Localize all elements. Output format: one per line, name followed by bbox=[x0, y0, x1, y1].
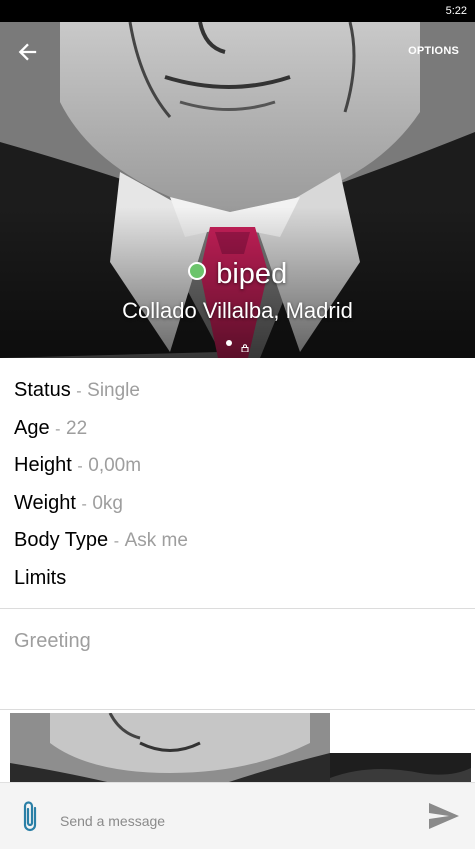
detail-label: Age bbox=[14, 416, 50, 439]
detail-height: Height - 0,00m bbox=[14, 447, 464, 485]
detail-label: Weight bbox=[14, 491, 76, 514]
attach-button[interactable] bbox=[16, 799, 44, 835]
greeting-text: Greeting bbox=[14, 630, 91, 652]
thumbnail-illustration bbox=[10, 713, 330, 782]
detail-label: Limits bbox=[14, 566, 67, 589]
detail-body-type: Body Type - Ask me bbox=[14, 522, 464, 560]
detail-separator: - bbox=[55, 420, 61, 438]
profile-details: Status - Single Age - 22 Height - 0,00m … bbox=[14, 372, 464, 597]
detail-weight: Weight - 0kg bbox=[14, 485, 464, 523]
status-bar: 5:22 bbox=[0, 0, 475, 22]
detail-separator: - bbox=[76, 383, 82, 400]
section-divider bbox=[0, 608, 475, 609]
detail-value: 0,00m bbox=[88, 455, 142, 476]
detail-separator: - bbox=[77, 458, 83, 475]
detail-label: Height bbox=[14, 454, 72, 476]
detail-limits: Limits bbox=[14, 560, 464, 598]
status-time: 5:22 bbox=[445, 5, 467, 17]
photo-thumbnail[interactable] bbox=[330, 753, 471, 782]
message-composer bbox=[0, 782, 475, 849]
photo-page-indicator bbox=[0, 334, 475, 353]
detail-separator: - bbox=[113, 533, 120, 550]
lock-icon[interactable] bbox=[241, 339, 249, 353]
back-button[interactable] bbox=[14, 38, 42, 66]
detail-value: 0kg bbox=[92, 492, 123, 514]
profile-name: biped bbox=[216, 258, 288, 290]
profile-name-row: biped bbox=[0, 258, 475, 298]
photo-thumbnail[interactable] bbox=[10, 713, 330, 782]
online-status-indicator bbox=[187, 261, 206, 280]
detail-age: Age - 22 bbox=[14, 410, 464, 448]
detail-value: 22 bbox=[66, 417, 88, 439]
detail-status: Status - Single bbox=[14, 372, 464, 410]
photo-thumbnails bbox=[0, 710, 475, 782]
detail-label: Body Type bbox=[14, 529, 109, 551]
send-button[interactable] bbox=[427, 801, 461, 831]
message-input[interactable] bbox=[60, 813, 390, 829]
detail-separator: - bbox=[81, 495, 87, 513]
detail-value: Ask me bbox=[124, 530, 188, 551]
options-button[interactable]: OPTIONS bbox=[408, 45, 459, 57]
detail-label: Status bbox=[14, 379, 71, 401]
arrow-left-icon bbox=[18, 43, 37, 61]
paperclip-icon bbox=[23, 801, 37, 832]
top-bar: OPTIONS bbox=[0, 22, 475, 78]
profile-location: Collado Villalba, Madrid bbox=[122, 298, 353, 323]
detail-value: Single bbox=[87, 380, 140, 401]
send-icon bbox=[429, 803, 459, 829]
thumbnail-illustration bbox=[330, 753, 471, 782]
